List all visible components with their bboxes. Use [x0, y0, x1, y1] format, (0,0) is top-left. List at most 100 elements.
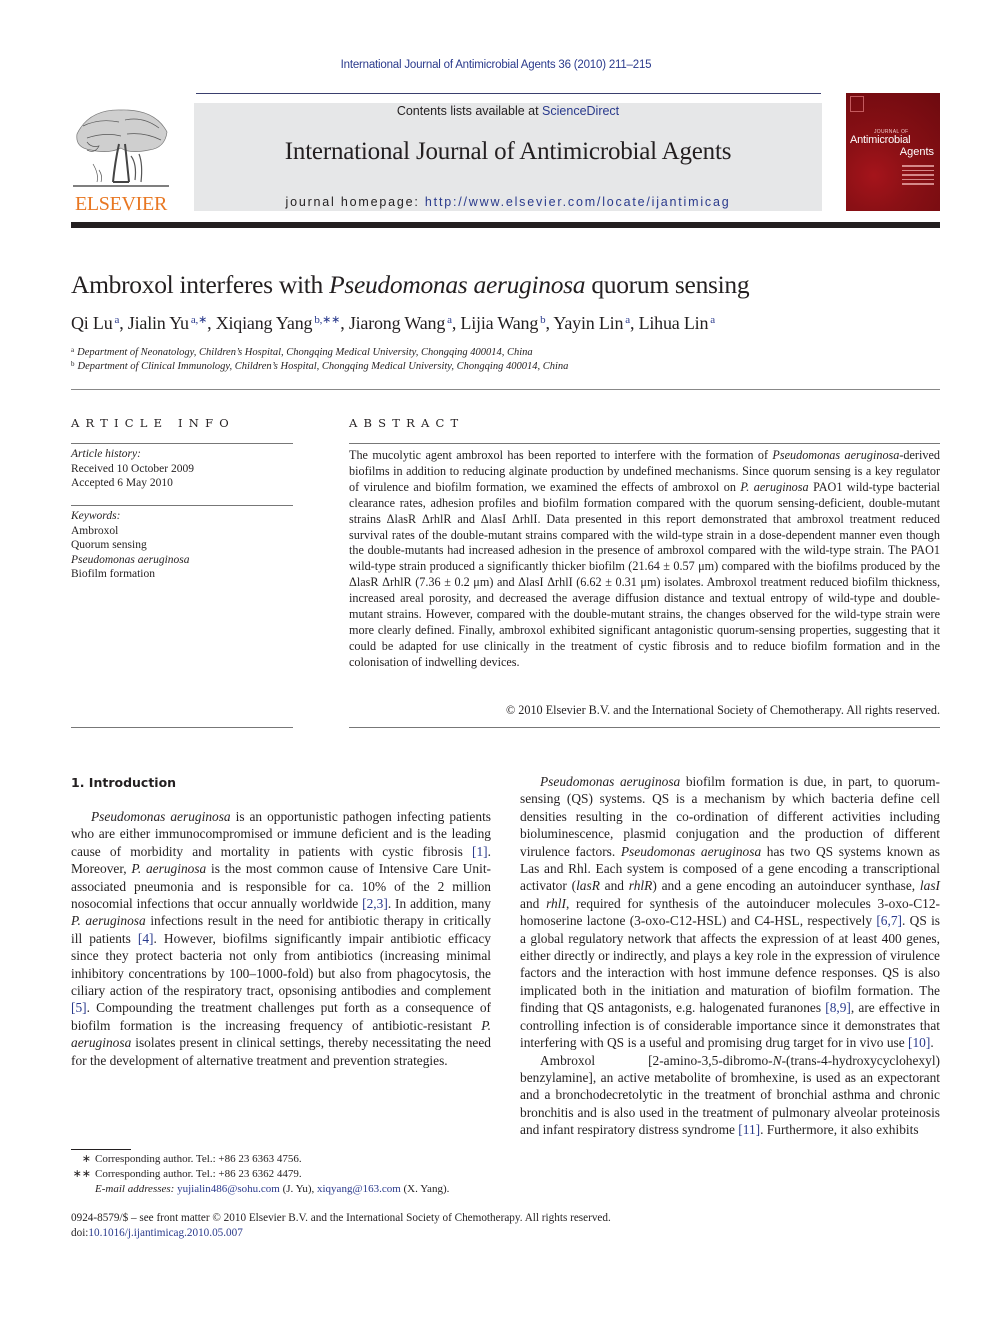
paragraph: Pseudomonas aeruginosa biofilm formation…: [520, 773, 940, 1052]
abstract-divider: [349, 727, 940, 728]
author-affiliation-mark[interactable]: a: [625, 314, 630, 326]
author-affiliation-mark[interactable]: a,∗: [191, 314, 207, 326]
footnote-rule: [71, 1149, 131, 1150]
text-run: and: [599, 878, 629, 894]
author-affiliation-mark[interactable]: a: [447, 314, 452, 326]
italic-term: N: [772, 1052, 782, 1068]
affiliation-divider: [71, 389, 940, 390]
author[interactable]: Lijia Wang b: [460, 313, 545, 333]
title-part-1: Ambroxol interferes with: [71, 270, 330, 299]
email-link[interactable]: xiqyang@163.com: [317, 1183, 401, 1195]
italic-term: P. aeruginosa: [131, 861, 207, 877]
text-run: . Furthermore, it also exhibits: [760, 1122, 919, 1138]
header-top-rule: [196, 93, 821, 94]
doi-link[interactable]: 10.1016/j.ijantimicag.2010.05.007: [88, 1227, 242, 1239]
article-info-divider: [71, 443, 293, 444]
body-column-left: Pseudomonas aeruginosa is an opportunist…: [71, 808, 491, 1069]
italic-term: P. aeruginosa: [740, 479, 809, 494]
keyword: Quorum sensing: [71, 539, 147, 551]
paragraph: Pseudomonas aeruginosa is an opportunist…: [71, 808, 491, 1069]
journal-citation-link[interactable]: International Journal of Antimicrobial A…: [0, 59, 992, 71]
italic-term: Pseudomonas aeruginosa: [91, 809, 231, 824]
text-run: .: [930, 1035, 934, 1051]
sciencedirect-link[interactable]: ScienceDirect: [542, 104, 619, 118]
article-title: Ambroxol interferes with Pseudomonas aer…: [71, 270, 750, 300]
reference-link[interactable]: [4]: [138, 931, 154, 946]
affiliation-b: b Department of Clinical Immunology, Chil…: [71, 360, 569, 372]
issn-line: 0924-8579/$ – see front matter © 2010 El…: [71, 1212, 611, 1224]
author-affiliation-mark[interactable]: a: [710, 314, 715, 326]
abstract-heading: ABSTRACT: [349, 416, 465, 430]
italic-term: Pseudomonas aeruginosa: [540, 774, 681, 789]
text-run: PAO1 wild-type bacterial clearance rates…: [349, 479, 941, 669]
front-matter-info: 0924-8579/$ – see front matter © 2010 El…: [71, 1211, 611, 1241]
paragraph: Ambroxol [2-amino-3,5-dibromo-N-(trans-4…: [520, 1052, 940, 1139]
text-run: ) and a gene encoding an autoinducer syn…: [652, 878, 920, 894]
keyword: Pseudomonas aeruginosa: [71, 553, 190, 566]
italic-term: rhlR: [628, 878, 653, 894]
reference-link[interactable]: [5]: [71, 1000, 87, 1015]
article-info-divider: [71, 505, 293, 506]
journal-title: International Journal of Antimicrobial A…: [284, 138, 732, 165]
email-label: E-mail addresses:: [95, 1183, 175, 1195]
italic-term: rhlI: [546, 895, 566, 911]
italic-term: lasI: [919, 878, 940, 894]
footnote-corresponding-2: ∗∗ Corresponding author. Tel.: +86 23 636…: [72, 1168, 302, 1180]
text-run: . Compounding the treatment challenges p…: [71, 1000, 491, 1033]
author[interactable]: Yayin Lin a: [553, 313, 630, 333]
keywords-label: Keywords:: [71, 510, 121, 522]
reference-link[interactable]: [1]: [472, 844, 488, 859]
reference-link[interactable]: [10]: [908, 1035, 930, 1050]
elsevier-logo[interactable]: ELSEVIER: [69, 104, 173, 214]
author[interactable]: Qi Lu a: [71, 313, 119, 333]
text-run: and: [520, 895, 547, 911]
italic-term: Pseudomonas aeruginosa: [772, 448, 900, 462]
title-part-2: quorum sensing: [585, 270, 750, 299]
cover-decorative-lines: [902, 165, 934, 188]
homepage-label: journal homepage:: [285, 195, 425, 209]
article-info-divider: [71, 727, 293, 728]
keywords-block: Keywords: Ambroxol Quorum sensing Pseudo…: [71, 509, 190, 582]
italic-term: P. aeruginosa: [71, 913, 146, 929]
journal-cover-image[interactable]: JOURNAL OF Antimicrobial Agents: [846, 93, 940, 211]
section-heading-introduction: 1. Introduction: [71, 775, 177, 790]
italic-term: Pseudomonas aeruginosa: [620, 843, 762, 859]
reference-link[interactable]: [8,9]: [825, 1000, 851, 1015]
affiliation-a: a Department of Neonatology, Children’s H…: [71, 346, 533, 358]
author[interactable]: Lihua Lin a: [639, 313, 716, 333]
received-date: Received 10 October 2009: [71, 462, 194, 475]
cover-title-line1: Antimicrobial: [850, 134, 911, 146]
journal-homepage-line: journal homepage: http://www.elsevier.co…: [194, 195, 822, 209]
italic-term: lasR: [576, 878, 600, 894]
article-history: Article history: Received 10 October 200…: [71, 447, 194, 491]
journal-homepage-link[interactable]: http://www.elsevier.com/locate/ijantimic…: [425, 195, 731, 209]
email-link[interactable]: yujialin486@sohu.com: [177, 1183, 280, 1195]
footnote-corresponding-1: ∗ Corresponding author. Tel.: +86 23 6363…: [81, 1153, 302, 1165]
elsevier-tree-icon: [73, 109, 169, 187]
author[interactable]: Jiarong Wang a: [349, 313, 452, 333]
keyword: Ambroxol: [71, 524, 119, 537]
elsevier-wordmark: ELSEVIER: [74, 193, 168, 215]
author-list: Qi Lu a, Jialin Yu a,∗, Xiqiang Yang b,∗∗, …: [71, 313, 716, 333]
accepted-date: Accepted 6 May 2010: [71, 477, 173, 489]
doi-line: doi:10.1016/j.ijantimicag.2010.05.007: [71, 1227, 243, 1239]
contents-availability-line: Contents lists available at ScienceDirec…: [194, 104, 822, 118]
article-info-heading: ARTICLE INFO: [71, 416, 235, 430]
abstract-divider: [349, 443, 940, 444]
keyword: Biofilm formation: [71, 568, 156, 580]
body-column-right: Pseudomonas aeruginosa biofilm formation…: [520, 773, 940, 1139]
cover-title-line2: Agents: [899, 146, 934, 158]
author[interactable]: Xiqiang Yang b,∗∗: [216, 313, 341, 333]
author-affiliation-mark[interactable]: b: [540, 314, 546, 326]
reference-link[interactable]: [2,3]: [362, 896, 388, 911]
author[interactable]: Jialin Yu a,∗: [128, 313, 208, 333]
text-run: Ambroxol [2-amino-3,5-dibromo-: [540, 1052, 773, 1068]
footnote-emails: E-mail addresses: yujialin486@sohu.com (…: [95, 1183, 450, 1195]
reference-link[interactable]: [11]: [738, 1122, 760, 1137]
author-affiliation-mark[interactable]: b,∗∗: [314, 314, 340, 326]
author-affiliation-mark[interactable]: a: [115, 314, 120, 326]
text-run: The mucolytic agent ambroxol has been re…: [349, 448, 773, 462]
header-thick-rule: [71, 222, 940, 228]
reference-link[interactable]: [6,7]: [876, 913, 902, 928]
article-history-label: Article history:: [71, 448, 141, 460]
